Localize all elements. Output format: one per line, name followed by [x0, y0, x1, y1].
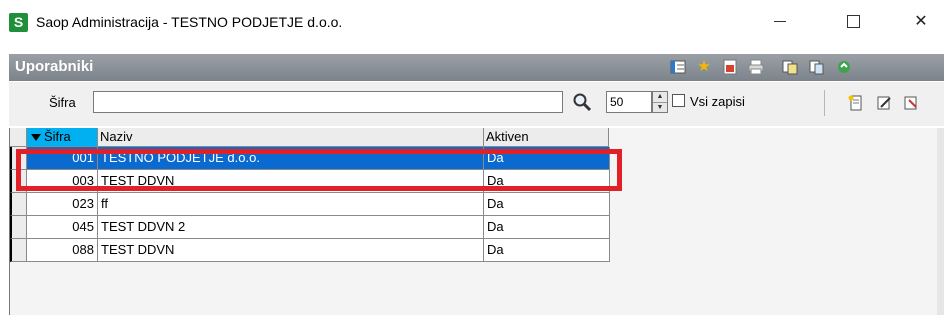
module-title: Uporabniki	[15, 58, 94, 75]
table-row[interactable]: 045 TEST DDVN 2 Da	[10, 216, 610, 239]
window-title: Saop Administracija - TESTNO PODJETJE d.…	[36, 14, 343, 30]
minimize-icon	[774, 21, 786, 23]
record-count-input[interactable]	[606, 91, 652, 113]
vertical-scrollbar[interactable]	[937, 128, 944, 315]
edit-record-icon[interactable]	[875, 94, 893, 112]
copy-icon[interactable]	[781, 58, 799, 76]
show-all-label: Vsi zapisi	[690, 94, 745, 109]
title-bar: S Saop Administracija - TESTNO PODJETJE …	[0, 0, 944, 44]
cell-naziv[interactable]: TEST DDVN 2	[98, 216, 484, 239]
column-header-aktiven[interactable]: Aktiven	[484, 128, 609, 147]
app-logo: S	[9, 13, 28, 32]
show-all-checkbox[interactable]	[672, 94, 685, 107]
close-button[interactable]: ✕	[898, 6, 944, 38]
cell-sifra[interactable]: 023	[27, 193, 98, 216]
stepper-down-icon[interactable]: ▼	[653, 103, 667, 113]
favorite-star-icon[interactable]: ★	[695, 58, 713, 76]
new-record-icon[interactable]	[847, 94, 865, 112]
filter-toolbar: Šifra ▲ ▼ Vsi zapisi	[9, 82, 944, 126]
row-indicator[interactable]	[10, 239, 27, 262]
stepper-up-icon[interactable]: ▲	[653, 92, 667, 103]
close-icon: ✕	[914, 13, 928, 30]
cell-naziv[interactable]: TEST DDVN	[98, 239, 484, 262]
print-icon[interactable]	[747, 58, 765, 76]
cell-naziv[interactable]: ff	[98, 193, 484, 216]
delete-record-icon[interactable]	[902, 94, 920, 112]
sifra-search-input[interactable]	[93, 91, 563, 113]
cell-aktiven[interactable]: Da	[484, 239, 610, 262]
columns-icon[interactable]	[669, 58, 687, 76]
cell-aktiven[interactable]: Da	[484, 193, 610, 216]
search-icon[interactable]	[572, 92, 592, 112]
toolbar-separator	[824, 90, 825, 116]
column-header-naziv[interactable]: Naziv	[98, 128, 484, 147]
record-count-stepper[interactable]: ▲ ▼	[652, 91, 668, 113]
selection-highlight-annotation	[16, 149, 622, 191]
row-indicator-header	[10, 128, 27, 147]
maximize-button[interactable]	[830, 6, 876, 38]
row-indicator[interactable]	[10, 193, 27, 216]
cell-aktiven[interactable]: Da	[484, 216, 610, 239]
paste-icon[interactable]	[807, 58, 825, 76]
cell-sifra[interactable]: 045	[27, 216, 98, 239]
sifra-label: Šifra	[49, 95, 76, 110]
row-indicator[interactable]	[10, 216, 27, 239]
export-icon[interactable]	[721, 58, 739, 76]
minimize-button[interactable]	[757, 6, 803, 38]
sort-descending-icon	[31, 134, 41, 142]
column-header-sifra[interactable]: Šifra	[27, 128, 98, 147]
table-row[interactable]: 023 ff Da	[10, 193, 610, 216]
table-row[interactable]: 088 TEST DDVN Da	[10, 239, 610, 262]
refresh-icon[interactable]	[835, 58, 853, 76]
module-header: Uporabniki ★	[9, 54, 944, 81]
maximize-icon	[846, 15, 860, 29]
cell-sifra[interactable]: 088	[27, 239, 98, 262]
